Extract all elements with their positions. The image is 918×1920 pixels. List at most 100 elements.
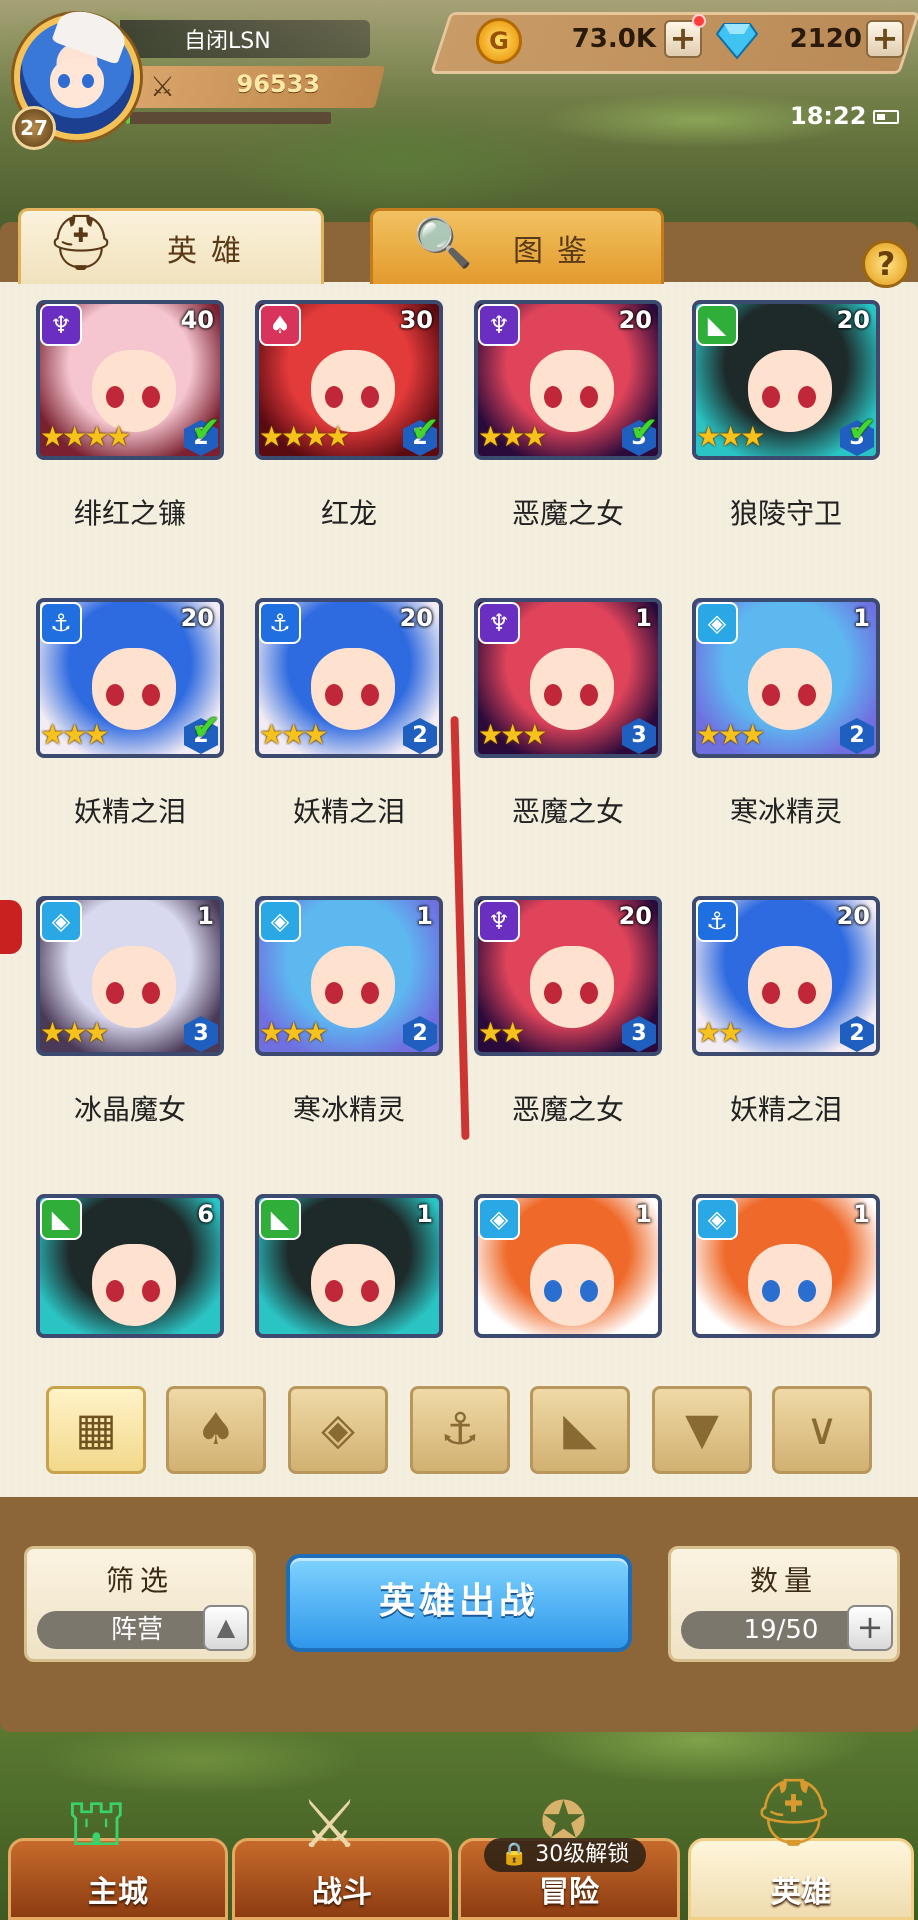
ice-faction-icon: ◈ bbox=[478, 1198, 520, 1240]
hero-face bbox=[92, 1244, 176, 1326]
hero-eye bbox=[762, 684, 780, 706]
beast-faction-icon: ◣ bbox=[40, 1198, 82, 1240]
hero-name: 恶魔之女 bbox=[511, 497, 624, 530]
unlock-label: 30级解锁 bbox=[535, 1842, 630, 1867]
demon-faction-icon: ♆ bbox=[478, 900, 520, 942]
crossed-swords-icon: ⚔ bbox=[150, 70, 176, 103]
filter-anchor-button[interactable]: ⚓ bbox=[410, 1386, 510, 1474]
help-button[interactable]: ? bbox=[862, 240, 910, 288]
anchor-faction-icon: ⚓ bbox=[40, 602, 82, 644]
hero-name: 冰晶魔女 bbox=[73, 1093, 186, 1126]
demon-faction-icon: ♆ bbox=[478, 602, 520, 644]
hero-card[interactable]: ♆ 40 ★★★★ 2 ✔ 绯红之镰 bbox=[36, 300, 224, 530]
tab-codex[interactable]: 🔍 图鉴 bbox=[370, 208, 664, 284]
hero-eye bbox=[544, 386, 562, 408]
hero-level: 20 bbox=[836, 902, 870, 930]
beast-faction-icon: ◣ bbox=[259, 1198, 301, 1240]
gold-amount: 73.0K bbox=[571, 24, 656, 54]
hero-helmet-icon: ⛑ bbox=[752, 1774, 836, 1851]
filter-ice-button[interactable]: ◈ bbox=[288, 1386, 388, 1474]
magnifier-book-icon: 🔍 bbox=[413, 215, 487, 271]
expand-capacity-button[interactable]: + bbox=[847, 1605, 893, 1651]
hero-count-control: 数量 19/50 + bbox=[668, 1546, 900, 1662]
hero-eye bbox=[798, 982, 816, 1004]
deployed-check-icon: ✔ bbox=[848, 410, 877, 450]
helmet-icon: ⛑ bbox=[46, 211, 130, 274]
hero-name: 寒冰精灵 bbox=[292, 1093, 405, 1126]
combat-power: 96533 bbox=[236, 70, 321, 98]
demon-horns-icon: ▼ bbox=[685, 1404, 719, 1455]
hero-name: 妖精之泪 bbox=[73, 795, 186, 828]
hero-level: 1 bbox=[853, 604, 870, 632]
filter-title: 筛选 bbox=[105, 1564, 174, 1597]
hero-card[interactable]: ♆ 20 ★★★ 3 ✔ 恶魔之女 bbox=[474, 300, 662, 530]
ice-faction-icon: ◈ bbox=[40, 900, 82, 942]
filter-demon-button[interactable]: ▼ bbox=[652, 1386, 752, 1474]
count-title: 数量 bbox=[749, 1564, 818, 1597]
hero-star-rating: ★★★ bbox=[40, 1016, 109, 1049]
tab-heroes[interactable]: ⛑ 英雄 bbox=[18, 208, 324, 284]
notification-dot bbox=[692, 14, 706, 28]
hero-eye bbox=[762, 1280, 780, 1302]
hero-card[interactable]: ◣ 20 ★★★ 3 ✔ 狼陵守卫 bbox=[692, 300, 880, 530]
nav-label: 主城 bbox=[88, 1875, 148, 1910]
nav-label: 英雄 bbox=[771, 1875, 831, 1910]
hero-card[interactable]: ◈ 1 ★★★ 2 寒冰精灵 bbox=[692, 598, 880, 828]
filter-flame-button[interactable]: ♠ bbox=[166, 1386, 266, 1474]
hero-eye bbox=[106, 684, 124, 706]
filter-dark-button[interactable]: ∨ bbox=[772, 1386, 872, 1474]
hero-card[interactable]: ◈ 1 ★★★ 2 寒冰精灵 bbox=[255, 896, 443, 1126]
hero-eye bbox=[580, 386, 598, 408]
status-clock: 18:22 bbox=[790, 102, 867, 130]
hero-star-rating: ★★★ bbox=[259, 1016, 328, 1049]
hero-star-rating: ★★★ bbox=[696, 718, 765, 751]
hero-eye bbox=[361, 1280, 379, 1302]
ice-faction-icon: ◈ bbox=[259, 900, 301, 942]
hero-card[interactable]: ⚓ 20 ★★★ 2 妖精之泪 bbox=[255, 598, 443, 828]
hero-card[interactable]: ◣ 1 bbox=[255, 1194, 443, 1338]
hero-card[interactable]: ◈ 1 bbox=[692, 1194, 880, 1338]
hero-eye bbox=[142, 1280, 160, 1302]
avatar-face bbox=[50, 58, 104, 108]
hero-face bbox=[530, 946, 614, 1028]
hero-card[interactable]: ♆ 1 ★★★ 3 恶魔之女 bbox=[474, 598, 662, 828]
ice-faction-icon: ◈ bbox=[696, 1198, 738, 1240]
hero-eye bbox=[325, 982, 343, 1004]
hero-star-rating: ★★ bbox=[696, 1016, 743, 1049]
castle-icon: ⛫ bbox=[66, 1784, 127, 1861]
hero-card[interactable]: ⚓ 20 ★★★ 2 ✔ 妖精之泪 bbox=[36, 598, 224, 828]
hero-name: 寒冰精灵 bbox=[729, 795, 842, 828]
filter-control: 筛选 阵营 ▲ bbox=[24, 1546, 256, 1662]
lock-icon: 🔒 bbox=[500, 1842, 529, 1867]
hero-star-rating: ★★★★ bbox=[259, 420, 350, 453]
hero-eye bbox=[142, 684, 160, 706]
ice-faction-icon: ◈ bbox=[696, 602, 738, 644]
filter-beast-button[interactable]: ◣ bbox=[530, 1386, 630, 1474]
hero-card[interactable]: ◈ 1 bbox=[474, 1194, 662, 1338]
hero-card[interactable]: ♆ 20 ★★ 3 恶魔之女 bbox=[474, 896, 662, 1126]
add-gems-button[interactable]: + bbox=[866, 20, 904, 58]
hero-card[interactable]: ♠ 30 ★★★★ 2 ✔ 红龙 bbox=[255, 300, 443, 530]
hero-eye bbox=[798, 386, 816, 408]
diamond-icon bbox=[716, 23, 758, 60]
hero-name: 妖精之泪 bbox=[292, 795, 405, 828]
filter-toggle-button[interactable]: ▲ bbox=[203, 1605, 249, 1651]
diamond-rune-icon: ◈ bbox=[321, 1404, 355, 1455]
hero-level: 1 bbox=[635, 604, 652, 632]
tab-heroes-label: 英雄 bbox=[167, 233, 255, 269]
tab-codex-label: 图鉴 bbox=[513, 233, 601, 269]
filter-all-button[interactable]: ▦ bbox=[46, 1386, 146, 1474]
hero-level: 1 bbox=[635, 1200, 652, 1228]
hero-card[interactable]: ◣ 6 bbox=[36, 1194, 224, 1338]
hero-name: 妖精之泪 bbox=[729, 1093, 842, 1126]
hero-eye bbox=[361, 982, 379, 1004]
hero-card[interactable]: ⚓ 20 ★★ 2 妖精之泪 bbox=[692, 896, 880, 1126]
hero-face bbox=[748, 946, 832, 1028]
hero-card[interactable]: ◈ 1 ★★★ 3 冰晶魔女 bbox=[36, 896, 224, 1126]
avatar-eye bbox=[82, 74, 94, 88]
hero-level: 20 bbox=[180, 604, 214, 632]
deploy-heroes-button[interactable]: 英雄出战 bbox=[286, 1554, 632, 1652]
gold-coin-icon: G bbox=[476, 18, 522, 64]
nav-label: 战斗 bbox=[312, 1875, 372, 1910]
hero-eye bbox=[798, 684, 816, 706]
